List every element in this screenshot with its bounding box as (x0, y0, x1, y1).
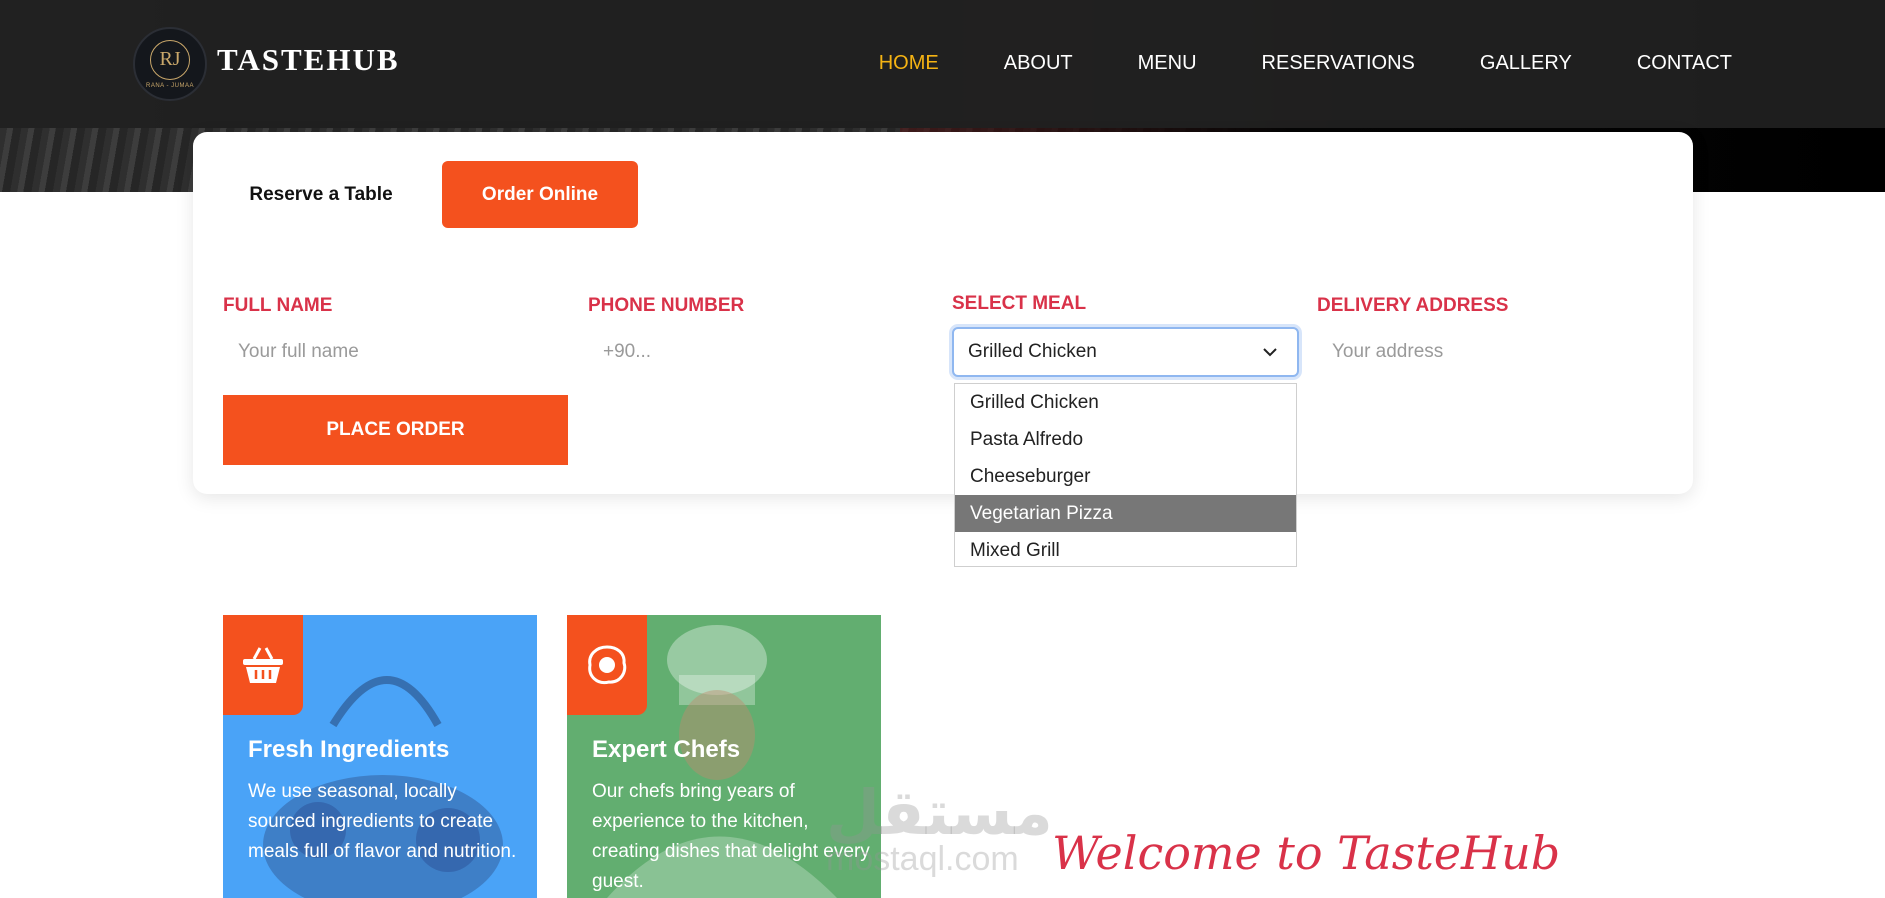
meal-option[interactable]: Mixed Grill (955, 532, 1296, 569)
chevron-down-icon (1263, 348, 1277, 357)
full-name-label: FULL NAME (223, 295, 333, 316)
watermark-latin: mostaql.com (826, 840, 1019, 878)
phone-input[interactable] (588, 329, 928, 375)
nav-reservations[interactable]: RESERVATIONS (1262, 52, 1415, 75)
meal-option-highlighted[interactable]: Vegetarian Pizza (955, 495, 1296, 532)
logo-monogram: RJ (150, 39, 190, 80)
meal-dropdown-list: Grilled Chicken Pasta Alfredo Cheeseburg… (954, 383, 1297, 567)
meal-select-value: Grilled Chicken (968, 341, 1097, 362)
nav-contact[interactable]: CONTACT (1637, 52, 1732, 75)
booking-card: Reserve a Table Order Online FULL NAME P… (193, 132, 1693, 494)
feature-card-fresh-ingredients: Fresh Ingredients We use seasonal, local… (223, 615, 537, 898)
fried-egg-icon-tile (567, 615, 647, 715)
welcome-heading: Welcome to TasteHub (1052, 826, 1561, 880)
nav-home[interactable]: HOME (879, 52, 939, 75)
tab-reserve-table[interactable]: Reserve a Table (231, 161, 411, 228)
address-label: DELIVERY ADDRESS (1317, 295, 1509, 316)
full-name-input[interactable] (223, 329, 563, 375)
fried-egg-icon (588, 645, 627, 685)
watermark-arabic: مستقل (826, 779, 1053, 848)
feature-title: Expert Chefs (592, 736, 741, 763)
meal-select[interactable]: Grilled Chicken (952, 327, 1299, 377)
feature-text: We use seasonal, locally sourced ingredi… (248, 781, 517, 862)
basket-icon-tile (223, 615, 303, 715)
meal-label: SELECT MEAL (952, 293, 1087, 314)
meal-option[interactable]: Cheeseburger (955, 458, 1296, 495)
meal-option[interactable]: Grilled Chicken (955, 384, 1296, 421)
brand-name[interactable]: TASTEHUB (217, 42, 400, 78)
basket-icon (243, 647, 283, 683)
logo-subtext: RANA - JUMAA (145, 82, 194, 89)
phone-label: PHONE NUMBER (588, 295, 745, 316)
address-input[interactable] (1317, 329, 1657, 375)
main-nav: HOME ABOUT MENU RESERVATIONS GALLERY CON… (879, 52, 1732, 75)
tab-order-online[interactable]: Order Online (442, 161, 638, 228)
nav-gallery[interactable]: GALLERY (1480, 52, 1572, 75)
logo-badge[interactable]: RJ RANA - JUMAA (133, 27, 207, 101)
feature-title: Fresh Ingredients (248, 736, 450, 763)
nav-about[interactable]: ABOUT (1004, 52, 1073, 75)
navbar: RJ RANA - JUMAA TASTEHUB HOME ABOUT MENU… (0, 0, 1885, 128)
meal-option[interactable]: Pasta Alfredo (955, 421, 1296, 458)
nav-menu[interactable]: MENU (1138, 52, 1197, 75)
place-order-button[interactable]: PLACE ORDER (223, 395, 568, 465)
